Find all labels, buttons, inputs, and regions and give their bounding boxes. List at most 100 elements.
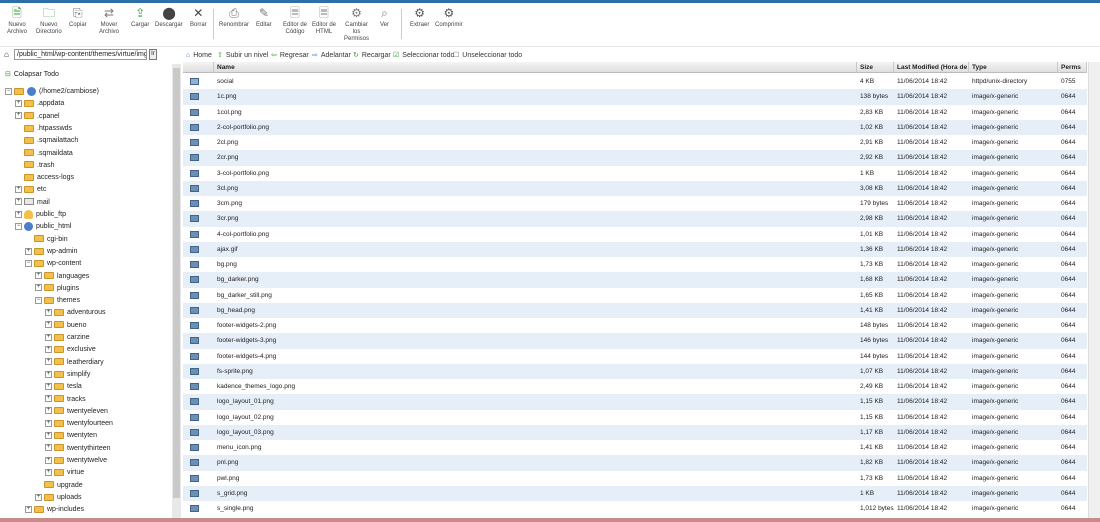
expand-toggle-icon[interactable]: + — [45, 382, 52, 390]
edit-button[interactable]: ✎ Editar — [256, 7, 272, 29]
table-row[interactable]: footer-widgets-3.png 146 bytes 11/06/2014 … — [183, 333, 1087, 349]
tree-item[interactable]: + virtue — [45, 467, 84, 479]
compress-button[interactable]: ⚙ Comprimir — [435, 7, 463, 29]
new-file-button[interactable]: 🗎 Nuevo Archivo — [7, 7, 27, 36]
tree-item[interactable]: + wp-includes — [25, 504, 84, 516]
name-cell[interactable]: footer-widgets-4.png — [214, 349, 857, 364]
name-cell[interactable]: pnl.png — [214, 455, 857, 470]
expand-toggle-icon[interactable]: + — [15, 210, 22, 218]
tree-item[interactable]: + languages — [35, 271, 89, 283]
expand-toggle-icon[interactable]: + — [15, 99, 22, 107]
table-row[interactable]: social 4 KB 11/06/2014 18:42 httpd/unix-dir… — [183, 74, 1087, 89]
name-cell[interactable]: 3cr.png — [214, 211, 857, 226]
name-cell[interactable]: 3-col-portfolio.png — [214, 166, 857, 181]
expand-toggle-icon[interactable]: + — [15, 186, 22, 194]
delete-button[interactable]: ✕ Borrar — [190, 7, 207, 29]
table-row[interactable]: ajax.gif 1,36 KB 11/06/2014 18:42 image/x-g… — [183, 241, 1087, 258]
tree-item[interactable]: + .appdata — [15, 98, 64, 110]
collapse-toggle-icon[interactable]: − — [5, 87, 12, 95]
tree-item[interactable]: + adventurous — [45, 307, 106, 319]
tree-item[interactable]: .htpasswds — [15, 123, 72, 135]
table-row[interactable]: bg.png 1,73 KB 11/06/2014 18:42 image/x-gen… — [183, 257, 1087, 272]
tree-item[interactable]: − (/home2/cambiose) — [5, 86, 99, 98]
tree-item[interactable]: + mail — [15, 197, 50, 209]
collapse-all-button[interactable]: ⊟ Colapsar Todo — [5, 70, 59, 78]
expand-toggle-icon[interactable]: + — [45, 395, 52, 403]
table-row[interactable]: footer-widgets-2.png 148 bytes 11/06/2014 … — [183, 318, 1087, 333]
expand-toggle-icon[interactable]: + — [45, 345, 52, 353]
expand-toggle-icon[interactable]: + — [25, 505, 32, 513]
collapse-toggle-icon[interactable]: − — [25, 259, 32, 267]
table-row[interactable]: bg_darker.png 1,68 KB 11/06/2014 18:42 imag… — [183, 272, 1087, 288]
table-row[interactable]: 3cr.png 2,98 KB 11/06/2014 18:42 image/x-ge… — [183, 211, 1087, 227]
expand-toggle-icon[interactable]: + — [35, 493, 42, 501]
reload-button[interactable]: ↻ Recargar — [353, 49, 391, 62]
table-row[interactable]: bg_darker_still.png 1,65 KB 11/06/2014 18:… — [183, 288, 1087, 303]
table-row[interactable]: 2-col-portfolio.png 1,02 KB 11/06/2014 18:… — [183, 119, 1087, 136]
name-cell[interactable]: 2cr.png — [214, 150, 857, 165]
tree-item[interactable]: + leatherdiary — [45, 357, 104, 369]
name-cell[interactable]: bg_darker_still.png — [214, 288, 857, 303]
expand-toggle-icon[interactable]: + — [45, 358, 52, 366]
name-cell[interactable]: 3cm.png — [214, 196, 857, 211]
go-button[interactable]: Ir — [149, 49, 157, 60]
expand-toggle-icon[interactable]: + — [45, 321, 52, 329]
table-row[interactable]: 4-col-portfolio.png 1,01 KB 11/06/2014 18:… — [183, 227, 1087, 242]
name-cell[interactable]: menu_icon.png — [214, 440, 857, 455]
tree-item[interactable]: + .cpanel — [15, 111, 60, 123]
back-button[interactable]: ⇦ Regresar — [271, 49, 309, 62]
table-row[interactable]: 2cl.png 2,91 KB 11/06/2014 18:42 image/x-ge… — [183, 135, 1087, 150]
tree-item[interactable]: .sqmaildata — [15, 148, 73, 160]
table-row[interactable]: footer-widgets-4.png 144 bytes 11/06/2014 … — [183, 349, 1087, 364]
expand-toggle-icon[interactable]: + — [35, 284, 42, 292]
name-cell[interactable]: footer-widgets-2.png — [214, 318, 857, 333]
tree-item[interactable]: + twentyten — [45, 430, 97, 442]
expand-toggle-icon[interactable]: + — [45, 407, 52, 415]
tree-scrollbar-thumb[interactable] — [173, 68, 180, 498]
table-row[interactable]: 1c.png 138 bytes 11/06/2014 18:42 image/x-g… — [183, 89, 1087, 105]
perms-column-header[interactable]: Perms — [1058, 62, 1087, 73]
table-row[interactable]: 3cl.png 3,08 KB 11/06/2014 18:42 image/x-ge… — [183, 180, 1087, 197]
table-row[interactable]: 2cr.png 2,92 KB 11/06/2014 18:42 image/x-ge… — [183, 150, 1087, 166]
table-row[interactable]: pnl.png 1,82 KB 11/06/2014 18:42 image/x-ge… — [183, 455, 1087, 471]
up-level-button[interactable]: ⇧ Subir un nivel — [217, 49, 268, 62]
tree-item[interactable]: − themes — [35, 295, 80, 307]
type-column-header[interactable]: Type — [969, 62, 1058, 73]
table-row[interactable]: s_single.png 1,012 bytes 11/06/2014 18:42 i… — [183, 501, 1087, 516]
name-cell[interactable]: 2-col-portfolio.png — [214, 120, 857, 135]
html-editor-button[interactable]: 🗏 Editor de HTML — [312, 7, 336, 36]
copy-button[interactable]: ⎘ Copiar — [69, 7, 87, 29]
name-cell[interactable]: bg_darker.png — [214, 272, 857, 287]
upload-button[interactable]: ⇪ Cargar — [131, 7, 149, 29]
table-row[interactable]: logo_layout_01.png 1,15 KB 11/06/2014 18:4… — [183, 394, 1087, 410]
tree-item[interactable]: + uploads — [35, 492, 82, 504]
tree-item[interactable]: upgrade — [35, 480, 83, 492]
tree-scrollbar[interactable] — [172, 64, 181, 522]
name-cell[interactable]: footer-widgets-3.png — [214, 333, 857, 348]
expand-toggle-icon[interactable]: + — [45, 432, 52, 440]
name-cell[interactable]: s_grid.png — [214, 486, 857, 501]
name-cell[interactable]: pwl.png — [214, 471, 857, 486]
tree-item[interactable]: − wp-content — [25, 258, 81, 270]
tree-item[interactable]: + etc — [15, 184, 46, 196]
name-cell[interactable]: 1c.png — [214, 89, 857, 104]
table-row[interactable]: menu_icon.png 1,41 KB 11/06/2014 18:42 imag… — [183, 440, 1087, 455]
tree-item[interactable]: + tracks — [45, 394, 86, 406]
expand-toggle-icon[interactable]: + — [45, 370, 52, 378]
tree-item[interactable]: + tesla — [45, 381, 82, 393]
size-column-header[interactable]: Size — [857, 62, 894, 73]
tree-item[interactable]: − public_html — [15, 221, 71, 233]
tree-item[interactable]: + twentythirteen — [45, 443, 111, 455]
tree-item[interactable]: + twentyeleven — [45, 406, 108, 418]
code-editor-button[interactable]: 🗏 Editor de Código — [283, 7, 307, 36]
tree-item[interactable]: + exclusive — [45, 344, 96, 356]
new-folder-button[interactable]: 🗀 Nuevo Directorio — [36, 7, 62, 36]
table-row[interactable]: fs-sprite.png 1,07 KB 11/06/2014 18:42 imag… — [183, 363, 1087, 380]
name-cell[interactable]: kadence_themes_logo.png — [214, 379, 857, 394]
tree-item[interactable]: cgi-bin — [25, 234, 68, 246]
table-scrollbar[interactable] — [1088, 62, 1100, 522]
expand-toggle-icon[interactable]: + — [35, 272, 42, 280]
name-cell[interactable]: bg_head.png — [214, 303, 857, 318]
expand-toggle-icon[interactable]: + — [15, 198, 22, 206]
permissions-button[interactable]: ⚙ Cambiar los Permisos — [344, 7, 369, 43]
